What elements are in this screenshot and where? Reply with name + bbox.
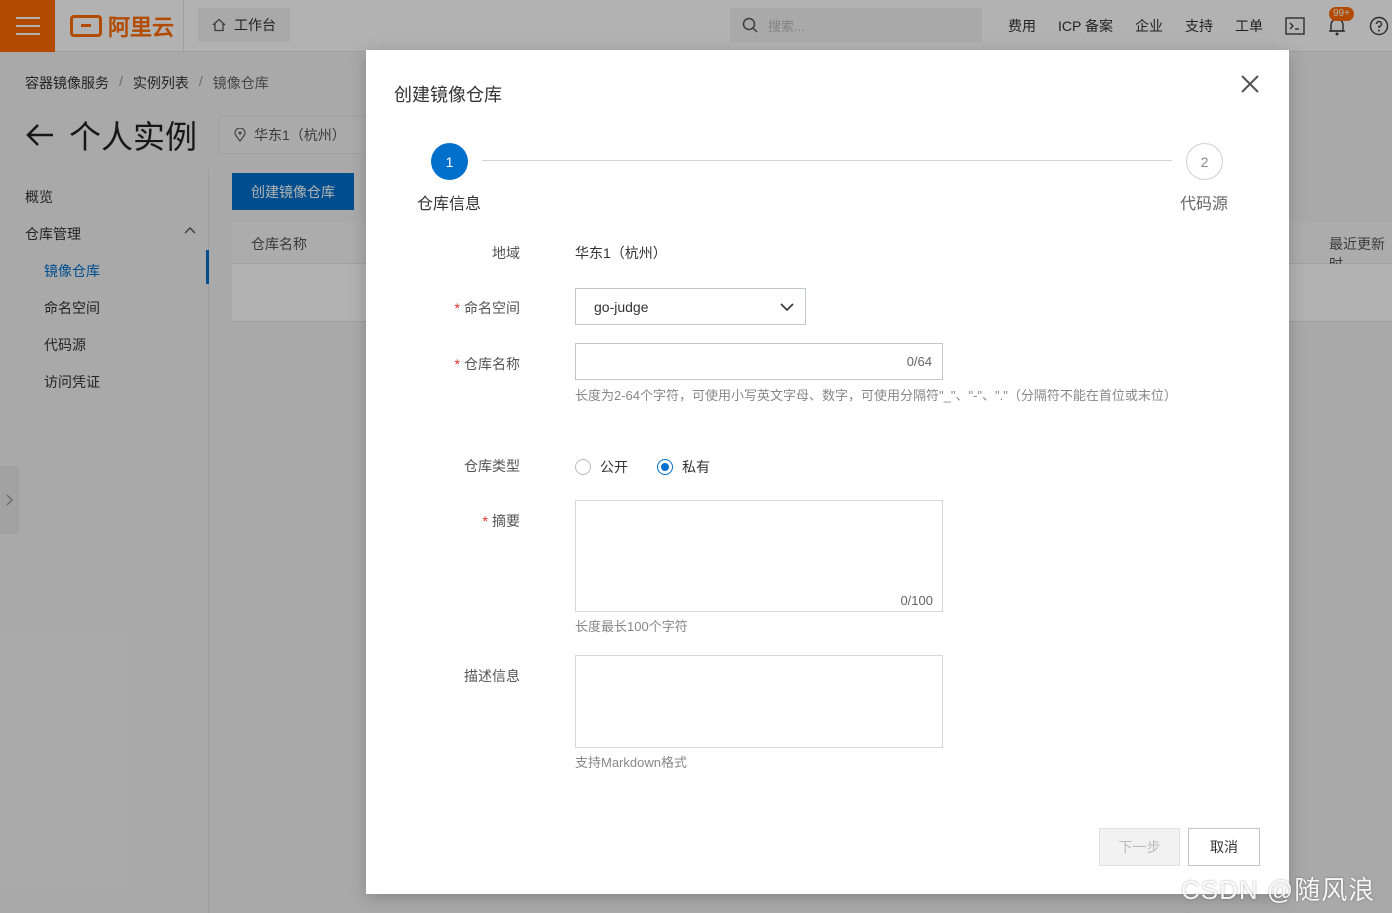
step-2-label: 代码源 <box>1180 196 1229 213</box>
summary-label: * 摘要 <box>482 513 520 529</box>
required-marker: * <box>454 300 460 316</box>
radio-private[interactable] <box>657 459 673 475</box>
radio-public[interactable] <box>575 459 591 475</box>
repo-type-label: 仓库类型 <box>464 458 520 474</box>
cancel-button[interactable]: 取消 <box>1188 828 1260 866</box>
repo-name-hint: 长度为2-64个字符，可使用小写英文字母、数字，可使用分隔符"_"、"-"、".… <box>575 388 1177 403</box>
close-icon[interactable] <box>1238 72 1262 96</box>
summary-textarea[interactable]: 0/100 <box>575 500 943 612</box>
radio-public-label[interactable]: 公开 <box>600 457 628 477</box>
step-progress-line <box>482 160 1172 161</box>
create-repo-dialog: 创建镜像仓库 1 2 仓库信息 代码源 地域 华东1（杭州） * 命名空间 go-… <box>366 50 1289 894</box>
required-marker: * <box>454 356 460 372</box>
csdn-watermark: CSDN @随风浪仔 <box>1181 875 1376 913</box>
repo-type-radio-group: 公开 私有 <box>575 457 710 477</box>
chevron-down-icon <box>780 303 794 312</box>
summary-hint: 长度最长100个字符 <box>575 619 688 634</box>
region-value: 华东1（杭州） <box>575 245 667 261</box>
next-step-button[interactable]: 下一步 <box>1099 828 1180 866</box>
namespace-label: * 命名空间 <box>454 300 520 316</box>
required-marker: * <box>482 513 488 529</box>
radio-private-label[interactable]: 私有 <box>682 457 710 477</box>
dialog-title: 创建镜像仓库 <box>394 85 502 105</box>
repo-name-counter: 0/64 <box>906 354 932 369</box>
namespace-select[interactable]: go-judge <box>575 288 806 325</box>
step-2-indicator: 2 <box>1186 143 1223 180</box>
step-1-indicator: 1 <box>431 143 468 180</box>
step-1-label: 仓库信息 <box>417 196 482 213</box>
summary-counter: 0/100 <box>900 593 933 608</box>
region-label: 地域 <box>492 245 520 261</box>
repo-name-input[interactable]: 0/64 <box>575 343 943 380</box>
description-label: 描述信息 <box>464 668 520 684</box>
repo-name-label: * 仓库名称 <box>454 356 520 372</box>
description-hint: 支持Markdown格式 <box>575 755 687 770</box>
namespace-select-value: go-judge <box>594 298 649 315</box>
description-textarea[interactable] <box>575 655 943 748</box>
